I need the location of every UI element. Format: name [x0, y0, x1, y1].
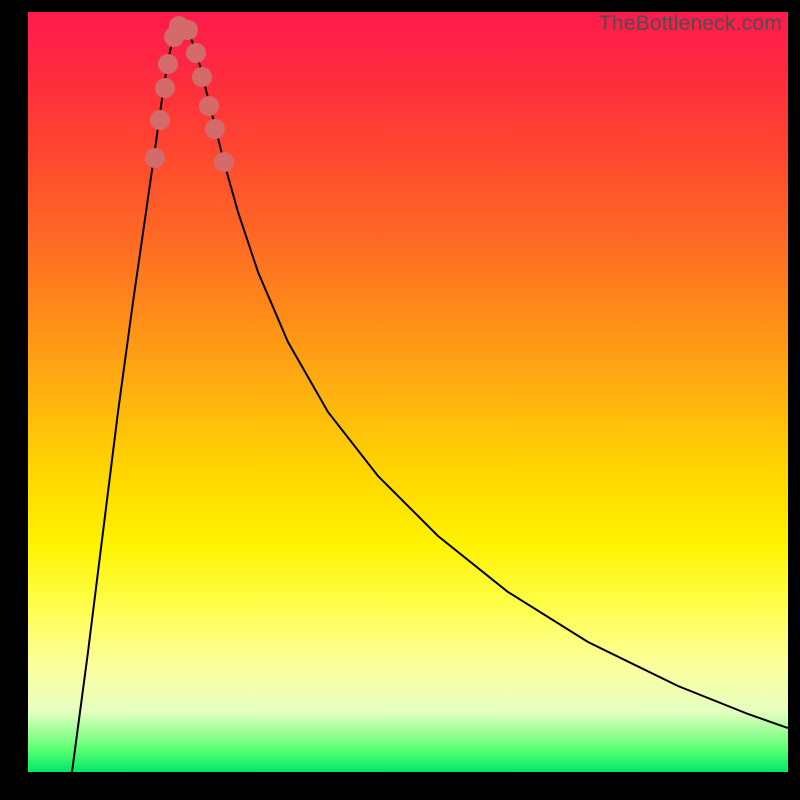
- chart-svg: [28, 12, 788, 772]
- highlight-point: [205, 119, 225, 139]
- highlight-point: [199, 96, 219, 116]
- highlight-point: [186, 43, 206, 63]
- highlight-point: [145, 148, 165, 168]
- highlight-point: [192, 67, 212, 87]
- curve-layer: [72, 26, 788, 772]
- highlight-point: [214, 152, 234, 172]
- highlight-point: [178, 20, 198, 40]
- bottleneck-curve: [72, 26, 788, 772]
- highlight-point: [158, 54, 178, 74]
- plot-area: TheBottleneck.com: [28, 12, 788, 772]
- chart-frame: TheBottleneck.com: [0, 0, 800, 800]
- highlight-point: [155, 78, 175, 98]
- highlight-point: [150, 110, 170, 130]
